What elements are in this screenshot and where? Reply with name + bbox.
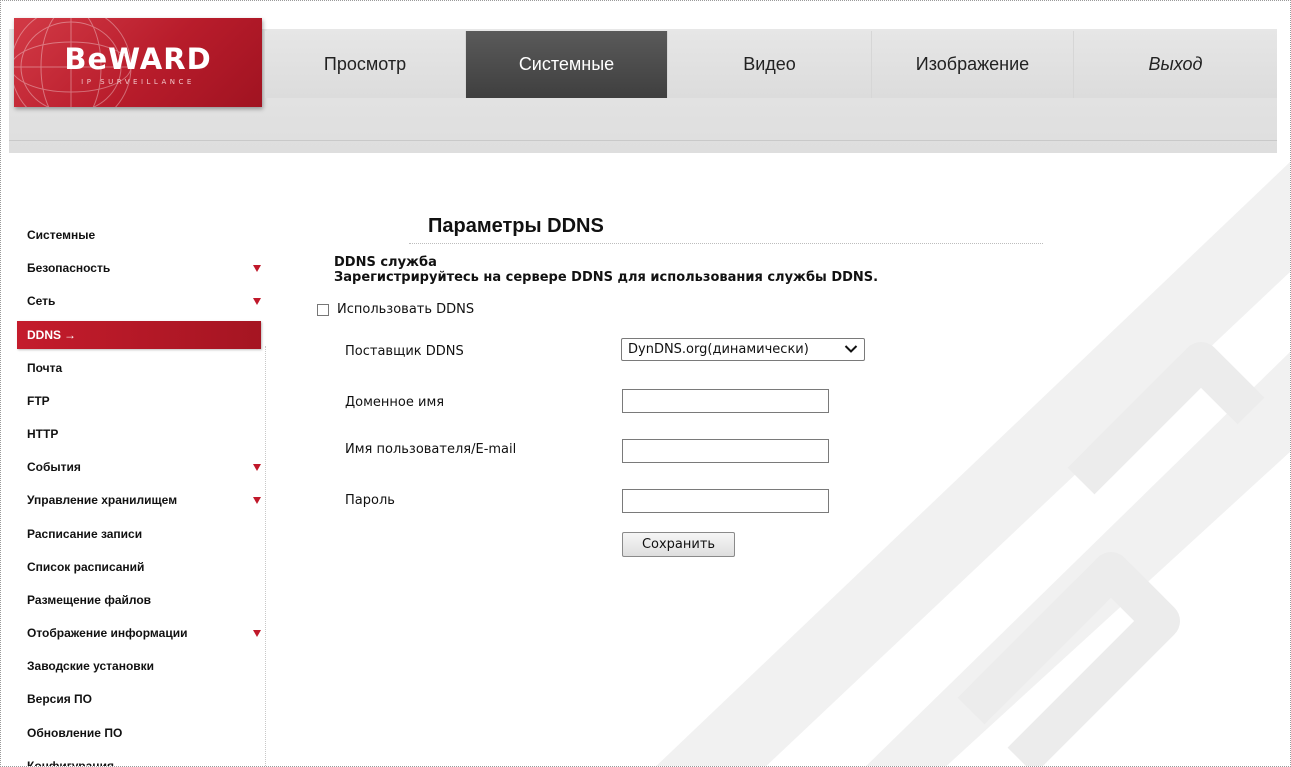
sidebar-item-record-schedule[interactable]: Расписание записи <box>17 518 261 551</box>
domain-label: Доменное имя <box>345 395 445 410</box>
save-button[interactable]: Сохранить <box>622 532 735 557</box>
sidebar-divider <box>265 346 266 766</box>
nav-tab-exit[interactable]: Выход <box>1074 31 1277 98</box>
nav-tab-image[interactable]: Изображение <box>872 31 1074 98</box>
sidebar-item-label: Версия ПО <box>27 692 93 707</box>
sidebar-item-label: Список расписаний <box>27 559 145 574</box>
sidebar-item-ftp[interactable]: FTP <box>17 385 261 418</box>
sidebar-item-label: Сеть <box>27 294 56 309</box>
use-ddns-option[interactable]: Использовать DDNS <box>317 302 474 317</box>
nav-tab-video[interactable]: Видео <box>668 31 872 98</box>
sidebar-item-label: Обновление ПО <box>27 725 123 740</box>
sidebar-item-configuration[interactable]: Конфигурация <box>17 750 261 767</box>
sidebar-item-network[interactable]: Сеть <box>17 285 261 318</box>
use-ddns-label: Использовать DDNS <box>337 302 475 317</box>
sidebar-item-http[interactable]: HTTP <box>17 418 261 451</box>
sidebar-item-label: HTTP <box>27 426 59 441</box>
provider-value: DynDNS.org(динамически) <box>628 342 809 357</box>
sidebar-item-security[interactable]: Безопасность <box>17 252 261 285</box>
sidebar-item-firmware-version[interactable]: Версия ПО <box>17 683 261 716</box>
logo-wordmark: BeWARD <box>64 42 212 76</box>
section-hint: Зарегистрируйтесь на сервере DDNS для ис… <box>334 270 879 285</box>
nav-tab-view[interactable]: Просмотр <box>265 31 466 98</box>
expand-caret-icon <box>253 497 261 505</box>
sidebar-item-file-placement[interactable]: Размещение файлов <box>17 584 261 617</box>
sidebar-item-label: Заводские установки <box>27 659 155 674</box>
sidebar-item-ddns[interactable]: DDNS → <box>17 320 261 349</box>
sidebar-item-label: Системные <box>27 228 96 242</box>
sidebar-item-schedule-list[interactable]: Список расписаний <box>17 551 261 584</box>
expand-caret-icon <box>253 265 261 273</box>
sidebar-item-storage[interactable]: Управление хранилищем <box>17 484 261 517</box>
section-header: DDNS служба Зарегистрируйтесь на сервере… <box>334 255 878 285</box>
sidebar-item-events[interactable]: События <box>17 451 261 484</box>
right-arrow-icon: → <box>64 327 77 342</box>
title-divider <box>409 243 1043 244</box>
username-input[interactable] <box>622 439 829 463</box>
sidebar-item-label: Размещение файлов <box>27 592 152 607</box>
nav-tab-system[interactable]: Системные <box>466 31 668 98</box>
chevron-down-icon <box>844 345 858 353</box>
header-divider <box>9 140 1277 141</box>
expand-caret-icon <box>253 464 261 472</box>
sidebar-item-label: Расписание записи <box>27 526 143 541</box>
sidebar-item-info-display[interactable]: Отображение информации <box>17 617 261 650</box>
expand-caret-icon <box>253 630 261 638</box>
section-title: DDNS служба <box>334 255 437 270</box>
sidebar-item-label: Безопасность <box>27 261 111 276</box>
sidebar-item-label: Конфигурация <box>27 758 115 767</box>
sidebar-item-firmware-update[interactable]: Обновление ПО <box>17 717 261 750</box>
sidebar-item-system[interactable]: Системные <box>17 219 261 252</box>
use-ddns-checkbox[interactable] <box>317 303 329 316</box>
password-label: Пароль <box>345 493 395 508</box>
username-label: Имя пользователя/E-mail <box>345 442 517 457</box>
logo-subtitle: IP SURVEILLANCE <box>81 78 195 86</box>
sidebar-item-label: DDNS <box>27 327 62 342</box>
sidebar-item-factory-defaults[interactable]: Заводские установки <box>17 650 261 683</box>
provider-label: Поставщик DDNS <box>345 344 464 359</box>
sidebar-item-label: Отображение информации <box>27 626 188 641</box>
expand-caret-icon <box>253 298 261 306</box>
password-input[interactable] <box>622 489 829 513</box>
sidebar-item-label: События <box>27 460 81 475</box>
domain-input[interactable] <box>622 389 829 413</box>
sidebar-item-label: Управление хранилищем <box>27 493 178 508</box>
sidebar-item-mail[interactable]: Почта <box>17 352 261 385</box>
sidebar-item-label: Почта <box>27 360 63 375</box>
page-frame: BeWARD IP SURVEILLANCE Просмотр Системны… <box>0 0 1291 767</box>
page-title: Параметры DDNS <box>428 215 604 237</box>
provider-select[interactable]: DynDNS.org(динамически) <box>621 338 865 361</box>
sidebar-menu: Системные Безопасность Сеть DDNS → Почта … <box>17 219 261 767</box>
top-nav: Просмотр Системные Видео Изображение Вых… <box>265 31 1277 98</box>
sidebar-item-label: FTP <box>27 393 50 408</box>
brand-logo[interactable]: BeWARD IP SURVEILLANCE <box>14 18 262 107</box>
